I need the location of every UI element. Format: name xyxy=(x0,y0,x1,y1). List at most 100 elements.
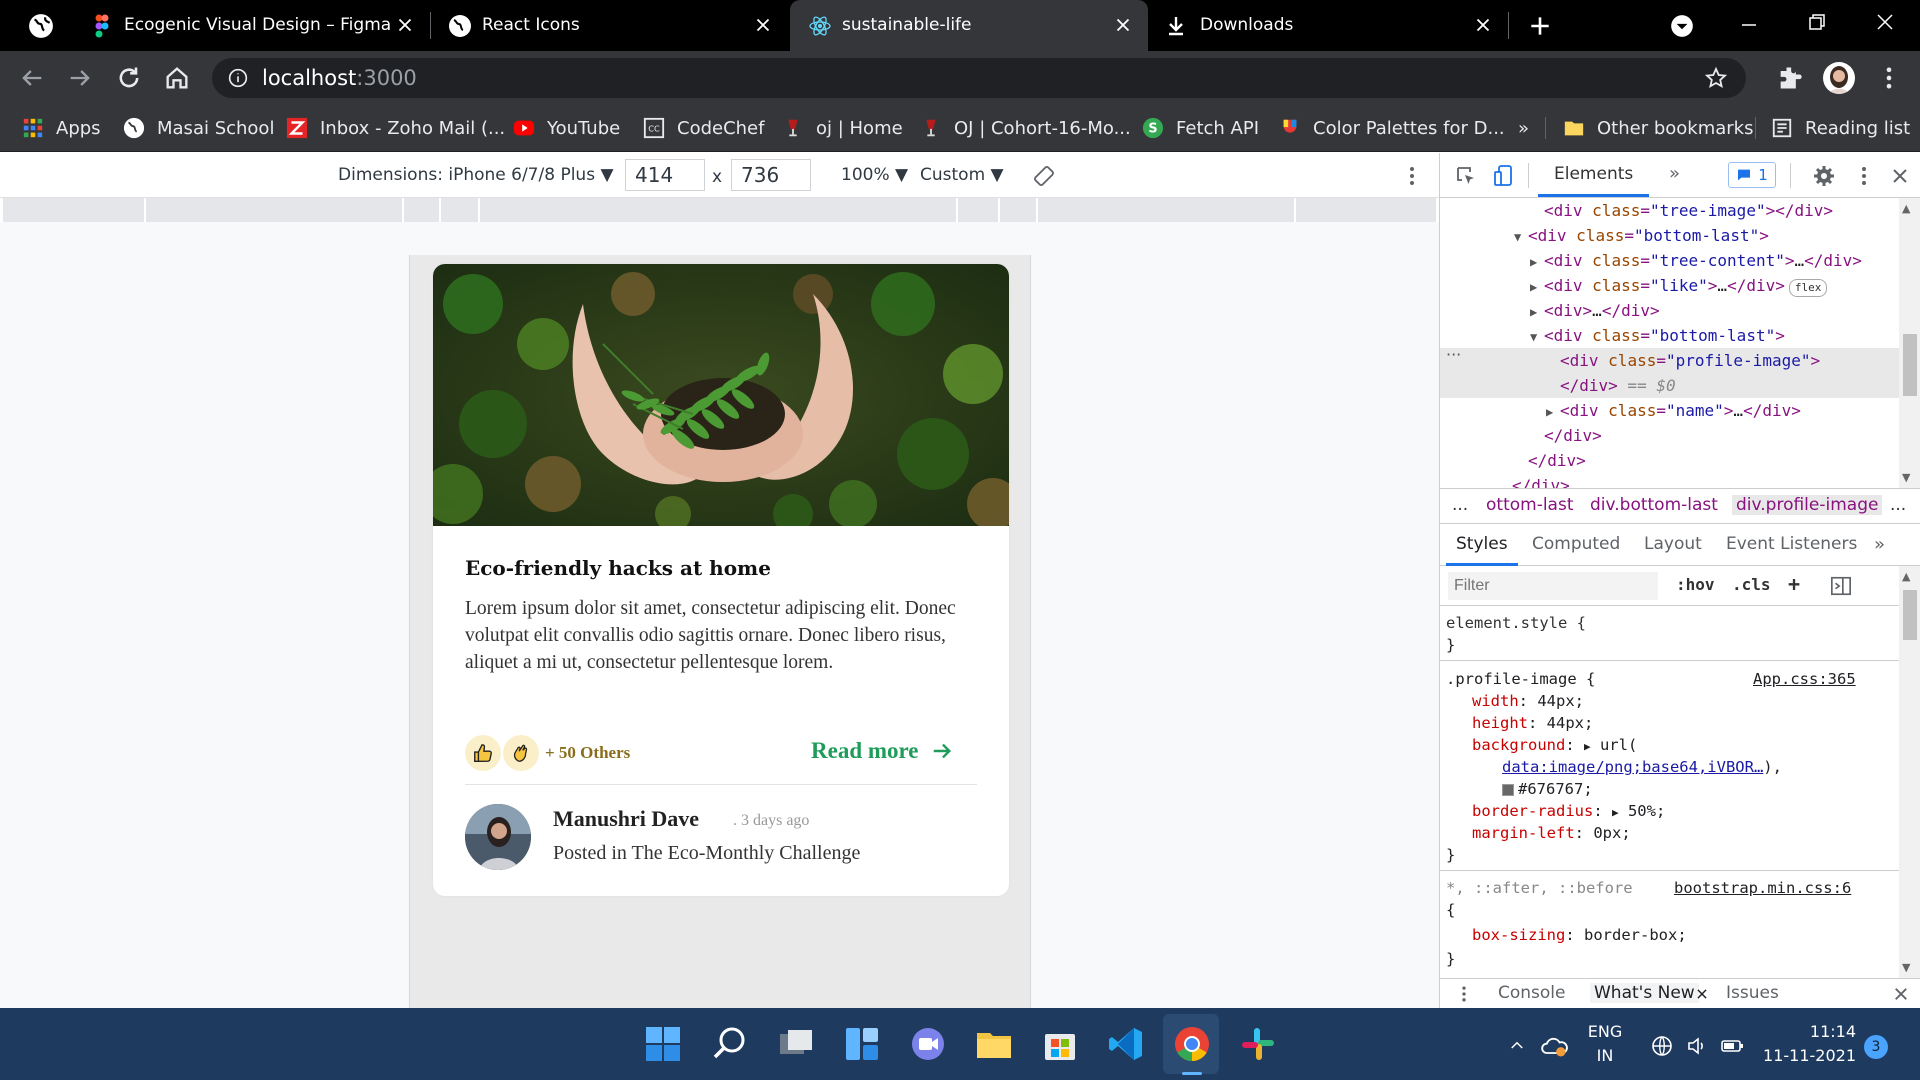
scroll-thumb[interactable] xyxy=(1903,590,1917,640)
dom-node[interactable]: </div> xyxy=(1440,473,1570,488)
css-prop-box-sizing[interactable]: box-sizing: border-box; xyxy=(1472,924,1687,946)
css-prop-border-radius[interactable]: border-radius: ▶ 50%; xyxy=(1472,800,1665,822)
like-button[interactable] xyxy=(465,735,501,771)
dom-node[interactable]: </div> xyxy=(1440,448,1586,473)
dom-node[interactable]: ▼ <div class="bottom-last"> xyxy=(1440,223,1769,248)
clock-date[interactable]: 11-11-2021 xyxy=(1760,1046,1856,1065)
restore-icon[interactable] xyxy=(1805,10,1829,34)
reload-icon[interactable] xyxy=(115,64,143,92)
tab-styles[interactable]: Styles xyxy=(1446,534,1518,566)
bookmark-star-icon[interactable] xyxy=(1704,66,1728,90)
tab-sustainable-life[interactable]: sustainable-life xyxy=(790,0,1148,51)
breadcrumb-more[interactable]: ... xyxy=(1452,495,1468,515)
minimize-icon[interactable] xyxy=(1737,13,1761,37)
scroll-up-icon[interactable]: ▲ xyxy=(1902,570,1910,583)
dom-tree[interactable]: <div class="tree-image"></div> ▼ <div clas… xyxy=(1440,198,1900,488)
window-close-icon[interactable] xyxy=(1873,10,1897,34)
notification-badge[interactable]: 3 xyxy=(1864,1035,1888,1059)
more-tabs-button[interactable]: » xyxy=(1669,163,1680,184)
breadcrumb-item[interactable]: ottom-last xyxy=(1486,495,1574,515)
breadcrumb-selected[interactable]: div.profile-image xyxy=(1732,495,1883,515)
dom-node[interactable]: ▶ <div>…</div> xyxy=(1440,298,1660,323)
css-background-color[interactable]: #676767; xyxy=(1502,778,1593,800)
profile-avatar[interactable] xyxy=(1823,62,1855,94)
drawer-menu-icon[interactable] xyxy=(1454,984,1474,1004)
styles-filter-input[interactable] xyxy=(1448,572,1658,600)
zoom-dropdown[interactable]: 100% ▼ xyxy=(841,165,908,185)
new-style-rule-button[interactable]: + xyxy=(1788,572,1800,596)
bookmark-zoho-inbox[interactable]: Inbox - Zoho Mail (... xyxy=(286,116,505,140)
device-height-input[interactable]: 736 xyxy=(731,159,811,191)
tab-react-icons[interactable]: React Icons xyxy=(430,0,788,51)
tray-overflow-chevron-icon[interactable] xyxy=(1508,1036,1526,1054)
task-view-icon[interactable] xyxy=(776,1024,816,1064)
tab-layout[interactable]: Layout xyxy=(1644,534,1702,554)
dom-node[interactable]: <div class="tree-image"></div> xyxy=(1440,198,1833,223)
tab-event-listeners[interactable]: Event Listeners xyxy=(1726,534,1857,554)
teams-chat-icon[interactable] xyxy=(908,1024,948,1064)
dom-node[interactable]: ▶ <div class="tree-content">…</div> xyxy=(1440,248,1862,273)
language-indicator-bottom[interactable]: IN xyxy=(1585,1046,1625,1065)
slack-icon[interactable] xyxy=(1238,1024,1278,1064)
media-query-ruler[interactable] xyxy=(3,198,1436,222)
file-explorer-icon[interactable] xyxy=(974,1024,1014,1064)
scroll-down-icon[interactable]: ▼ xyxy=(1902,961,1910,974)
bookmark-other-bookmarks[interactable]: Other bookmarks xyxy=(1563,116,1753,140)
element-style-selector[interactable]: element.style { xyxy=(1446,612,1586,634)
css-background-data-link[interactable]: data:image/png;base64,iVBOR… xyxy=(1502,758,1763,776)
hover-state-toggle[interactable]: :hov xyxy=(1676,575,1715,594)
device-dimensions-dropdown[interactable]: Dimensions: iPhone 6/7/8 Plus ▼ xyxy=(338,165,614,185)
volume-icon[interactable] xyxy=(1685,1034,1709,1058)
device-options-icon[interactable] xyxy=(1400,164,1424,188)
tab-downloads[interactable]: Downloads xyxy=(1150,0,1508,51)
bookmark-youtube[interactable]: YouTube xyxy=(513,116,620,140)
extensions-puzzle-icon[interactable] xyxy=(1776,64,1804,92)
class-toggle[interactable]: .cls xyxy=(1732,575,1771,594)
scroll-down-icon[interactable]: ▼ xyxy=(1902,471,1910,484)
bookmark-apps[interactable]: Apps xyxy=(22,116,101,140)
search-icon[interactable] xyxy=(710,1024,750,1064)
reading-list-button[interactable]: Reading list xyxy=(1771,116,1910,140)
chrome-globe-icon[interactable] xyxy=(28,13,54,39)
battery-icon[interactable] xyxy=(1720,1034,1746,1058)
dom-node[interactable]: ▶ <div class="like">…</div> flex xyxy=(1440,273,1828,298)
rule-source-link[interactable]: bootstrap.min.css:6 xyxy=(1674,877,1851,899)
css-prop-width[interactable]: width: 44px; xyxy=(1472,690,1584,712)
css-prop-background[interactable]: background: ▶ url( xyxy=(1472,734,1637,756)
inspect-element-icon[interactable] xyxy=(1454,164,1478,188)
widgets-icon[interactable] xyxy=(842,1024,882,1064)
styles-scrollbar[interactable]: ▲ ▼ xyxy=(1899,566,1920,978)
chrome-icon[interactable] xyxy=(1172,1024,1212,1064)
language-indicator-top[interactable]: ENG xyxy=(1585,1022,1625,1041)
bookmark-masai-school[interactable]: Masai School xyxy=(123,116,274,140)
dom-node[interactable]: ▶ <div class="name">…</div> xyxy=(1440,398,1801,423)
forward-arrow-icon[interactable] xyxy=(66,64,94,92)
close-icon[interactable] xyxy=(1695,987,1709,1001)
tab-computed[interactable]: Computed xyxy=(1532,534,1620,554)
bookmarks-overflow-button[interactable]: » xyxy=(1518,116,1529,140)
tab-search-icon[interactable] xyxy=(1669,13,1695,39)
settings-gear-icon[interactable] xyxy=(1812,164,1836,188)
rule-selector[interactable]: .profile-image { xyxy=(1446,668,1595,690)
tab-figma[interactable]: Ecogenic Visual Design – Figma xyxy=(70,0,430,51)
others-count[interactable]: + 50 Others xyxy=(545,743,630,763)
dom-node-selected[interactable]: <div class="profile-image"> xyxy=(1440,348,1900,373)
new-tab-icon[interactable] xyxy=(1527,13,1553,39)
rule-source-link[interactable]: App.css:365 xyxy=(1753,668,1856,690)
profile-image[interactable] xyxy=(465,804,531,870)
close-icon[interactable] xyxy=(1112,14,1134,36)
css-prop-height[interactable]: height: 44px; xyxy=(1472,712,1593,734)
drawer-tab-console[interactable]: Console xyxy=(1498,983,1566,1003)
dom-node[interactable]: </div> xyxy=(1440,423,1602,448)
microsoft-store-icon[interactable] xyxy=(1040,1024,1080,1064)
onedrive-sync-icon[interactable] xyxy=(1541,1032,1569,1060)
universal-selector[interactable]: *, ::after, ::before xyxy=(1446,877,1633,899)
close-icon[interactable] xyxy=(1472,14,1494,36)
bookmark-oj-home[interactable]: oj | Home xyxy=(782,116,903,140)
bookmark-codechef[interactable]: CC CodeChef xyxy=(643,116,764,140)
throttle-dropdown[interactable]: Custom ▼ xyxy=(920,165,1004,185)
bookmark-oj-cohort[interactable]: OJ | Cohort-16-Mo... xyxy=(920,116,1131,140)
device-width-input[interactable]: 414 xyxy=(625,159,705,191)
drawer-tab-issues[interactable]: Issues xyxy=(1726,983,1779,1003)
url-text[interactable]: localhost:3000 xyxy=(262,66,417,90)
